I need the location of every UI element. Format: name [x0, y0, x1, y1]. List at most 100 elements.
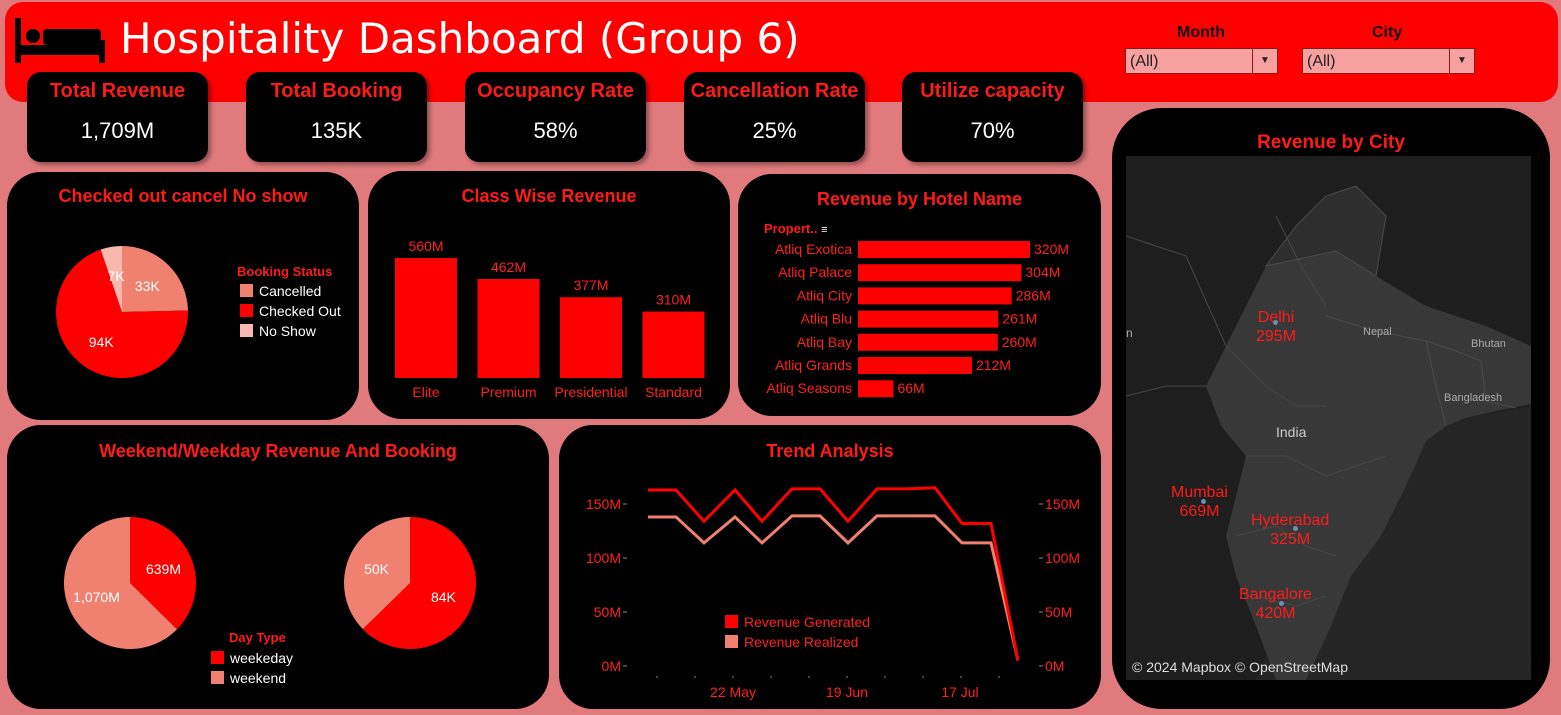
- bar-category-label: Atliq Bay: [797, 334, 852, 350]
- legend-item-weekend[interactable]: weekend: [211, 670, 286, 686]
- bar-category-label: Premium: [480, 384, 536, 400]
- kpi-label: Total Revenue: [49, 80, 186, 102]
- chevron-down-icon[interactable]: ▼: [1449, 49, 1474, 73]
- bar-value-label: 560M: [408, 238, 443, 254]
- bar-atliq-city[interactable]: [858, 287, 1012, 305]
- city-marker-hyderabad[interactable]: Hyderabad 325M: [1251, 511, 1329, 549]
- kpi-label: Utilize capacity: [920, 80, 1065, 102]
- legend-item-revenue-realized[interactable]: Revenue Realized: [725, 634, 858, 650]
- x-tick-label: 22 May: [710, 684, 756, 700]
- panel-title: Weekend/Weekday Revenue And Booking: [99, 441, 457, 461]
- legend-item-no-show[interactable]: No Show: [240, 323, 316, 339]
- city-filter-label: City: [1372, 24, 1403, 41]
- y-tick-right: 0M: [1045, 658, 1064, 674]
- bar-premium[interactable]: [477, 279, 540, 378]
- bar-atliq-seasons[interactable]: [858, 380, 894, 398]
- y-tick-right: 100M: [1045, 550, 1080, 566]
- trend-analysis-panel: Trend Analysis 0M 0M 50M 50M 100M 100M 150M 150…: [559, 425, 1101, 709]
- pie-label: 7K: [108, 268, 126, 284]
- bar-atliq-palace[interactable]: [858, 264, 1022, 282]
- hotel-revenue-panel: Revenue by Hotel Name Propert.. ≡ Atliq …: [738, 174, 1101, 416]
- city-marker-bangalore[interactable]: Bangalore 420M: [1239, 585, 1312, 623]
- map-label-india: India: [1276, 424, 1307, 440]
- kpi-occupancy-rate: Occupancy Rate 58%: [465, 72, 646, 162]
- legend-item-revenue-generated[interactable]: Revenue Generated: [725, 614, 870, 630]
- kpi-value: 1,709M: [80, 118, 155, 143]
- kpi-total-booking: Total Booking 135K: [246, 72, 427, 162]
- y-tick-right: 150M: [1045, 496, 1080, 512]
- map-label-nepal: Nepal: [1363, 326, 1392, 338]
- city-marker-mumbai[interactable]: Mumbai 669M: [1171, 483, 1228, 521]
- month-filter-label: Month: [1177, 24, 1225, 41]
- bar-value-label: 66M: [897, 380, 924, 396]
- map-label-bangladesh: Bangladesh: [1444, 392, 1503, 404]
- panel-title: Revenue by City: [1257, 132, 1405, 153]
- booking-status-panel: Checked out cancel No show 33K 94K 7K Book…: [7, 172, 359, 420]
- bar-atliq-exotica[interactable]: [858, 241, 1030, 258]
- bar-standard[interactable]: [642, 311, 705, 378]
- kpi-total-revenue: Total Revenue 1,709M: [27, 72, 208, 162]
- y-tick-left: 100M: [586, 550, 621, 566]
- bar-category-label: Atliq Grands: [775, 357, 852, 373]
- bar-value-label: 320M: [1034, 241, 1069, 257]
- x-tick-label: 17 Jul: [941, 684, 978, 700]
- panel-title: Checked out cancel No show: [58, 186, 308, 206]
- pie-label: 33K: [135, 278, 161, 294]
- city-dot: [1201, 499, 1206, 504]
- pie-label: 639M: [146, 561, 181, 577]
- pie-label: 94K: [89, 334, 115, 350]
- y-tick-left: 50M: [594, 604, 621, 620]
- chevron-down-icon[interactable]: ▼: [1252, 49, 1277, 73]
- kpi-label: Cancellation Rate: [690, 80, 859, 102]
- kpi-label: Total Booking: [270, 80, 403, 102]
- bar-atliq-bay[interactable]: [858, 333, 998, 351]
- kpi-utilize-capacity: Utilize capacity 70%: [902, 72, 1083, 162]
- month-dropdown[interactable]: (All) ▼: [1125, 48, 1278, 74]
- kpi-value: 135K: [310, 118, 363, 143]
- y-tick-left: 0M: [602, 658, 621, 674]
- kpi-value: 25%: [752, 118, 797, 143]
- bar-category-label: Atliq City: [797, 287, 852, 303]
- bar-value-label: 261M: [1002, 311, 1037, 327]
- bed-icon: [15, 18, 105, 63]
- bar-atliq-blu[interactable]: [858, 310, 999, 328]
- city-dot: [1273, 320, 1278, 325]
- map-label-edge: n: [1126, 326, 1133, 340]
- bar-atliq-grands[interactable]: [858, 357, 972, 374]
- pie-label: 84K: [431, 589, 457, 605]
- y-tick-right: 50M: [1045, 604, 1072, 620]
- kpi-value: 58%: [533, 118, 578, 143]
- month-dropdown-value: (All): [1130, 53, 1159, 70]
- bar-value-label: 377M: [573, 277, 608, 293]
- map-label-bhutan: Bhutan: [1471, 338, 1506, 350]
- bar-elite[interactable]: [395, 258, 457, 378]
- bar-value-label: 304M: [1025, 264, 1060, 280]
- y-tick-left: 150M: [586, 496, 621, 512]
- city-dropdown[interactable]: (All) ▼: [1302, 48, 1475, 74]
- trend-line-chart: 0M 0M 50M 50M 100M 100M 150M 150M 22 May 19 Jun 17…: [586, 486, 1080, 700]
- day-booking-pie: 84K 50K: [344, 517, 476, 649]
- legend-item-cancelled[interactable]: Cancelled: [240, 283, 321, 299]
- legend-title: Day Type: [229, 630, 286, 645]
- city-marker-delhi[interactable]: Delhi 295M: [1256, 308, 1296, 346]
- bar-value-label: 462M: [491, 259, 526, 275]
- city-dropdown-value: (All): [1307, 53, 1336, 70]
- class-wise-revenue-panel: Class Wise Revenue 560M Elite 462M Premium 3…: [368, 171, 730, 419]
- city-map[interactable]: Nepal Bhutan Bangladesh India n Delhi 295…: [1126, 156, 1531, 680]
- booking-status-pie: 33K 94K 7K: [55, 246, 188, 378]
- kpi-value: 70%: [970, 118, 1015, 143]
- map-attribution[interactable]: © 2024 Mapbox © OpenStreetMap: [1132, 659, 1348, 675]
- kpi-cancellation-rate: Cancellation Rate 25%: [684, 72, 865, 162]
- bar-value-label: 212M: [976, 357, 1011, 373]
- legend-item-checked-out[interactable]: Checked Out: [240, 303, 341, 319]
- x-tick-label: 19 Jun: [826, 684, 868, 700]
- map-shapes: [1126, 156, 1531, 680]
- day-revenue-pie: 639M 1,070M: [63, 517, 196, 649]
- bar-category-label: Elite: [412, 384, 439, 400]
- bar-category-label: Atliq Palace: [778, 264, 852, 280]
- legend-item-weekday[interactable]: weekeday: [211, 650, 293, 666]
- kpi-label: Occupancy Rate: [477, 80, 634, 102]
- bar-category-label: Presidential: [554, 384, 627, 400]
- bar-presidential[interactable]: [560, 297, 622, 378]
- class-revenue-bar-chart: 560M Elite 462M Premium 377M Presidential 310M…: [395, 238, 705, 400]
